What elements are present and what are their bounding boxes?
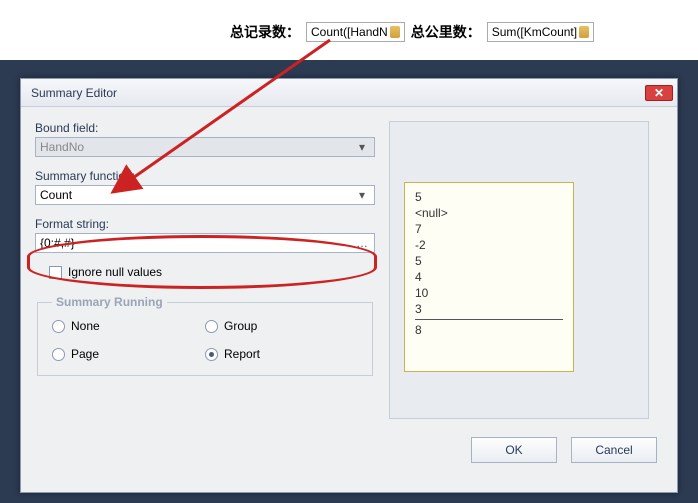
km-label: 总公里数： <box>411 22 481 42</box>
ok-button[interactable]: OK <box>471 437 557 463</box>
radio-report-label: Report <box>224 347 260 361</box>
radio-group-label: Group <box>224 319 257 333</box>
summary-function-label: Summary function: <box>35 169 375 183</box>
bound-field-dropdown[interactable]: HandNo ▾ <box>35 137 375 157</box>
report-designer-surface: 总记录数： Count([HandN 总公里数： Sum([KmCount] <box>0 0 698 60</box>
preview-content: 5 <null> 7 -2 5 4 10 3 8 <box>404 182 574 372</box>
records-label: 总记录数： <box>230 22 300 42</box>
summary-running-legend: Summary Running <box>52 295 167 309</box>
bound-field-label: Bound field: <box>35 121 375 135</box>
radio-none-label: None <box>71 319 100 333</box>
radio-page[interactable] <box>52 348 65 361</box>
bound-icon <box>579 26 589 38</box>
ignore-nulls-checkbox[interactable] <box>49 266 62 279</box>
format-string-label: Format string: <box>35 217 375 231</box>
close-icon: ✕ <box>654 79 664 107</box>
ellipsis-icon: … <box>354 235 370 251</box>
chevron-down-icon: ▾ <box>354 139 370 155</box>
preview-panel: 5 <null> 7 -2 5 4 10 3 8 <box>389 121 649 419</box>
bound-icon <box>390 26 400 38</box>
format-string-input[interactable]: {0:#,#} … <box>35 233 375 253</box>
radio-page-label: Page <box>71 347 99 361</box>
radio-none[interactable] <box>52 320 65 333</box>
cancel-button[interactable]: Cancel <box>571 437 657 463</box>
ignore-nulls-label: Ignore null values <box>68 265 162 279</box>
radio-report[interactable] <box>205 348 218 361</box>
summary-running-group: Summary Running None Group Page <box>37 295 373 376</box>
expr-count[interactable]: Count([HandN <box>306 22 405 42</box>
summary-function-dropdown[interactable]: Count ▾ <box>35 185 375 205</box>
close-button[interactable]: ✕ <box>645 85 673 101</box>
radio-group[interactable] <box>205 320 218 333</box>
summary-editor-dialog: Summary Editor ✕ Bound field: HandNo ▾ S… <box>20 78 678 493</box>
dialog-title: Summary Editor <box>31 79 117 107</box>
titlebar[interactable]: Summary Editor ✕ <box>21 79 677 107</box>
chevron-down-icon: ▾ <box>354 187 370 203</box>
expr-sum[interactable]: Sum([KmCount] <box>487 22 594 42</box>
